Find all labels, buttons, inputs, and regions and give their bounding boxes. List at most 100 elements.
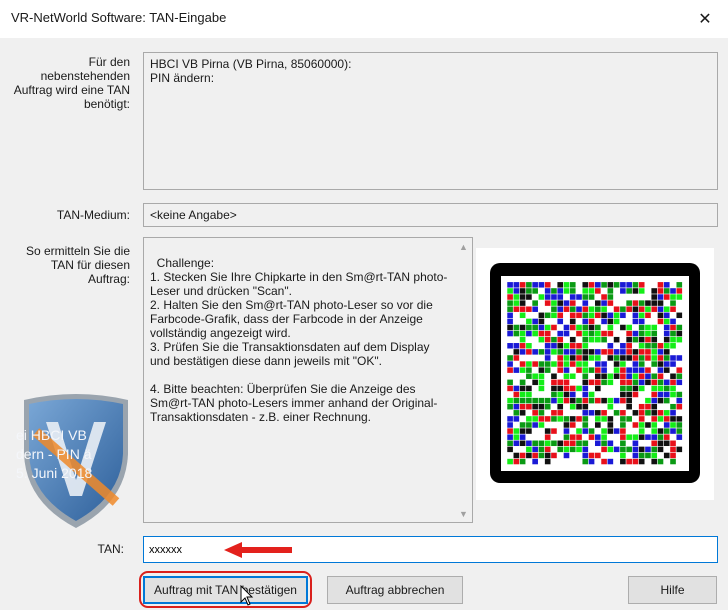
farbcode-cell xyxy=(538,312,545,319)
farbcode-cell xyxy=(607,422,614,428)
farbcode-cell xyxy=(582,367,589,373)
farbcode-cell xyxy=(670,422,676,428)
farbcode-cell xyxy=(638,288,645,294)
watermark-line-2: dern - PIN ä xyxy=(16,446,92,462)
farbcode-cell xyxy=(657,288,664,294)
farbcode-cell xyxy=(651,379,658,386)
farbcode-cell xyxy=(557,300,564,306)
farbcode-cell xyxy=(676,294,683,300)
farbcode-cell xyxy=(588,428,595,434)
farbcode-cell xyxy=(563,446,570,453)
farbcode-cell xyxy=(676,391,683,398)
cancel-button[interactable]: Auftrag abbrechen xyxy=(327,576,463,604)
help-button[interactable]: Hilfe xyxy=(628,576,717,604)
farbcode-cell xyxy=(582,312,589,319)
farbcode-cell xyxy=(651,349,658,355)
farbcode-cell xyxy=(663,349,670,355)
farbcode-cell xyxy=(632,391,639,398)
farbcode-cell xyxy=(563,440,570,447)
scroll-down-icon[interactable]: ▼ xyxy=(455,505,472,522)
farbcode-cell xyxy=(519,434,526,440)
farbcode-cell xyxy=(513,452,520,459)
farbcode-cell xyxy=(526,349,532,355)
farbcode-cell xyxy=(563,422,570,428)
farbcode-cell xyxy=(538,379,545,386)
farbcode-cell xyxy=(613,312,620,319)
farbcode-cell xyxy=(557,361,564,367)
farbcode-cell xyxy=(507,288,513,294)
farbcode-cell xyxy=(638,306,645,312)
challenge-scrollbar[interactable]: ▲ ▼ xyxy=(455,238,472,522)
farbcode-cell xyxy=(569,422,576,428)
farbcode-cell xyxy=(651,434,658,440)
farbcode-cell xyxy=(651,306,658,312)
challenge-textarea[interactable]: Challenge: 1. Stecken Sie Ihre Chipkarte… xyxy=(143,237,473,523)
farbcode-cell xyxy=(638,336,645,343)
farbcode-cell xyxy=(676,355,683,361)
farbcode-cell xyxy=(670,336,676,343)
farbcode-cell xyxy=(651,324,658,331)
watermark-text: ei HBCI VB dern - PIN ä 5. Juni 2018 xyxy=(16,426,121,483)
farbcode-cell xyxy=(551,343,557,349)
farbcode-cell xyxy=(663,422,670,428)
farbcode-cell xyxy=(601,306,607,312)
farbcode-cell xyxy=(651,452,658,459)
farbcode-cell xyxy=(507,385,513,392)
scroll-up-icon[interactable]: ▲ xyxy=(455,238,472,255)
farbcode-cell xyxy=(507,343,513,349)
farbcode-cell xyxy=(569,416,576,422)
farbcode-cell xyxy=(670,403,676,410)
farbcode-cell xyxy=(513,343,520,349)
farbcode-cell xyxy=(601,330,607,337)
confirm-button[interactable]: Auftrag mit TAN bestätigen xyxy=(143,576,308,604)
farbcode-cell xyxy=(595,349,601,355)
farbcode-cell xyxy=(544,403,551,410)
farbcode-cell xyxy=(632,410,639,416)
farbcode-cell xyxy=(519,349,526,355)
farbcode-cell xyxy=(663,391,670,398)
farbcode-cell xyxy=(626,330,632,337)
farbcode-cell xyxy=(588,312,595,319)
farbcode-cell xyxy=(638,330,645,337)
farbcode-cell xyxy=(557,416,564,422)
farbcode-cell xyxy=(670,416,676,422)
farbcode-cell xyxy=(569,306,576,312)
farbcode-cell xyxy=(532,282,538,288)
help-button-label: Hilfe xyxy=(660,583,685,597)
farbcode-cell xyxy=(538,416,545,422)
farbcode-cell xyxy=(526,422,532,428)
farbcode-cell xyxy=(557,349,564,355)
farbcode-cell xyxy=(526,361,532,367)
farbcode-cell xyxy=(651,458,658,465)
farbcode-cell xyxy=(626,403,632,410)
farbcode-cell xyxy=(513,282,520,288)
farbcode-cell xyxy=(507,367,513,373)
farbcode-cell xyxy=(507,446,513,453)
farbcode-cell xyxy=(651,294,658,300)
farbcode-cell xyxy=(588,294,595,300)
farbcode-cell xyxy=(588,397,595,404)
farbcode-cell xyxy=(676,312,683,319)
farbcode-cell xyxy=(595,361,601,367)
farbcode-cell xyxy=(551,428,557,434)
farbcode-cell xyxy=(563,343,570,349)
farbcode-cell xyxy=(526,306,532,312)
farbcode-cell xyxy=(526,391,532,398)
farbcode-cell xyxy=(557,282,564,288)
farbcode-cell xyxy=(632,282,639,288)
farbcode-cell xyxy=(544,330,551,337)
farbcode-cell xyxy=(507,428,513,434)
farbcode-cell xyxy=(601,428,607,434)
mouse-pointer-icon xyxy=(240,585,254,606)
farbcode-cell xyxy=(526,416,532,422)
farbcode-cell xyxy=(657,391,664,398)
farbcode-cell xyxy=(632,306,639,312)
farbcode-cell xyxy=(519,452,526,459)
farbcode-cell xyxy=(582,355,589,361)
close-button[interactable]: ✕ xyxy=(682,0,728,38)
farbcode-cell xyxy=(620,422,626,428)
farbcode-cell xyxy=(595,324,601,331)
farbcode-cell xyxy=(538,330,545,337)
farbcode-cell xyxy=(557,336,564,343)
farbcode-cell xyxy=(544,282,551,288)
